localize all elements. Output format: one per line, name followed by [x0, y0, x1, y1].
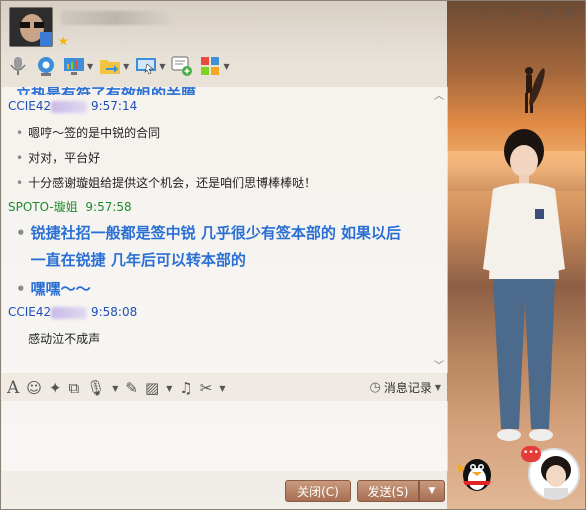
- send-options-dropdown[interactable]: ▼: [419, 480, 445, 502]
- chat-window: ★ ⌄ — ☐ ✕ ▼ ▼ ▼ ▼ ︿ CCIE42 9:57:14 • 嗯哼～…: [0, 0, 586, 510]
- chevron-down-icon[interactable]: ▼: [123, 62, 129, 71]
- message-line: • 十分感谢璇姐给提供这个机会，还是咱们思博棒棒哒！: [16, 176, 317, 190]
- sender-name: CCIE42: [8, 99, 52, 113]
- chevron-down-icon[interactable]: ▼: [159, 62, 165, 71]
- music-icon[interactable]: ♫: [179, 379, 192, 397]
- history-label: 消息记录: [383, 381, 432, 395]
- remote-desktop-button[interactable]: ▼: [135, 55, 165, 77]
- maximize-button[interactable]: ☐: [535, 7, 549, 22]
- blurred-sender-suffix: [51, 306, 88, 319]
- chevron-down-icon: ▼: [428, 486, 436, 496]
- chevron-down-icon[interactable]: ▼: [219, 384, 225, 393]
- apps-button[interactable]: ▼: [199, 55, 230, 77]
- message-line: • 对对，平台好: [16, 151, 101, 165]
- chat-toolbar: ▼ ▼ ▼ ▼: [7, 55, 230, 77]
- avatar-image: [10, 8, 52, 46]
- input-toolbar: A ☺ ✦ ⧉ 🎙 ▼ ✎ ▨ ▼ ♫ ✂ ▼ ◷ 消息记录 ▼: [7, 377, 445, 399]
- message-history-button[interactable]: ◷ 消息记录 ▼: [369, 379, 441, 396]
- message-header: SPOTO-璇姐 9:57:58: [8, 198, 132, 215]
- chevron-up-icon[interactable]: ︿: [434, 87, 444, 102]
- chevron-down-icon[interactable]: ▼: [166, 384, 172, 393]
- window-controls: ⌄ — ☐ ✕: [479, 7, 577, 22]
- magic-wand-icon[interactable]: ✦: [49, 379, 62, 397]
- message-line: • 嘿嘿～～: [16, 280, 91, 298]
- qq-penguin-icon[interactable]: [453, 453, 499, 495]
- contact-nickname-blurred: [61, 11, 171, 25]
- star-icon[interactable]: ★: [58, 34, 69, 48]
- clock-icon: ◷: [369, 380, 381, 395]
- contact-avatar[interactable]: [9, 7, 53, 47]
- voice-message-icon[interactable]: 🎙: [86, 379, 105, 397]
- minimize-button[interactable]: —: [507, 7, 521, 22]
- send-file-icon: [100, 60, 121, 74]
- partial-message-text: 立热是有符了有效姐的关膜: [16, 87, 196, 95]
- remote-desktop-icon: [136, 58, 157, 75]
- send-button[interactable]: 发送(S): [357, 480, 419, 502]
- notification-bubble[interactable]: •••: [521, 446, 541, 462]
- sender-name: CCIE42: [8, 305, 52, 319]
- chevron-down-icon[interactable]: ▼: [112, 384, 118, 393]
- microphone-icon: [10, 57, 26, 75]
- surfer-silhouette: [525, 67, 545, 113]
- message-input[interactable]: [2, 401, 448, 471]
- message-history[interactable]: 立热是有符了有效姐的关膜 ︿ CCIE42 9:57:14 •嗯哼～签的是中锐的…: [2, 87, 448, 373]
- apps-icon: [201, 57, 220, 75]
- create-discussion-icon: [171, 56, 193, 76]
- send-file-button[interactable]: ▼: [99, 55, 129, 77]
- emoji-icon[interactable]: ☺: [26, 379, 42, 397]
- screen-share-icon: [64, 58, 84, 75]
- message-line: • 锐捷社招一般都是签中锐 几乎很少有签本部的 如果以后: [16, 224, 402, 242]
- create-discussion-button[interactable]: [171, 55, 193, 77]
- message-time: 9:57:14: [90, 99, 138, 113]
- webcam-icon: [38, 57, 54, 76]
- edit-icon[interactable]: ✎: [125, 379, 138, 397]
- close-button[interactable]: 关闭(C): [285, 480, 351, 502]
- message-line: • 嗯哼～签的是中锐的合同: [16, 126, 161, 140]
- sender-name: SPOTO-璇姐: [8, 200, 78, 214]
- chevron-down-icon[interactable]: ▼: [87, 62, 93, 71]
- shake-window-icon[interactable]: ⧉: [69, 379, 80, 397]
- video-call-button[interactable]: [35, 55, 57, 77]
- blurred-sender-suffix: [51, 100, 88, 113]
- screen-share-button[interactable]: ▼: [63, 55, 93, 77]
- voice-call-button[interactable]: [7, 55, 29, 77]
- message-time: 9:57:58: [85, 200, 132, 214]
- message-time: 9:58:08: [90, 305, 138, 319]
- chevron-down-icon[interactable]: ▼: [223, 62, 229, 71]
- chevron-down-icon: ▼: [434, 383, 441, 392]
- collapse-icon[interactable]: ⌄: [479, 7, 493, 22]
- message-line: •感动泣不成声: [28, 332, 101, 346]
- qq-show-character[interactable]: [479, 129, 569, 459]
- image-icon[interactable]: ▨: [145, 379, 159, 397]
- screenshot-scissors-icon[interactable]: ✂: [200, 379, 213, 397]
- message-header: CCIE42 9:57:14: [8, 99, 137, 113]
- close-window-button[interactable]: ✕: [563, 7, 577, 22]
- chevron-down-icon[interactable]: ﹀: [434, 357, 444, 372]
- message-line: •一直在锐捷 几年后可以转本部的: [30, 251, 246, 269]
- font-icon[interactable]: A: [7, 378, 19, 398]
- message-header: CCIE42 9:58:08: [8, 305, 137, 319]
